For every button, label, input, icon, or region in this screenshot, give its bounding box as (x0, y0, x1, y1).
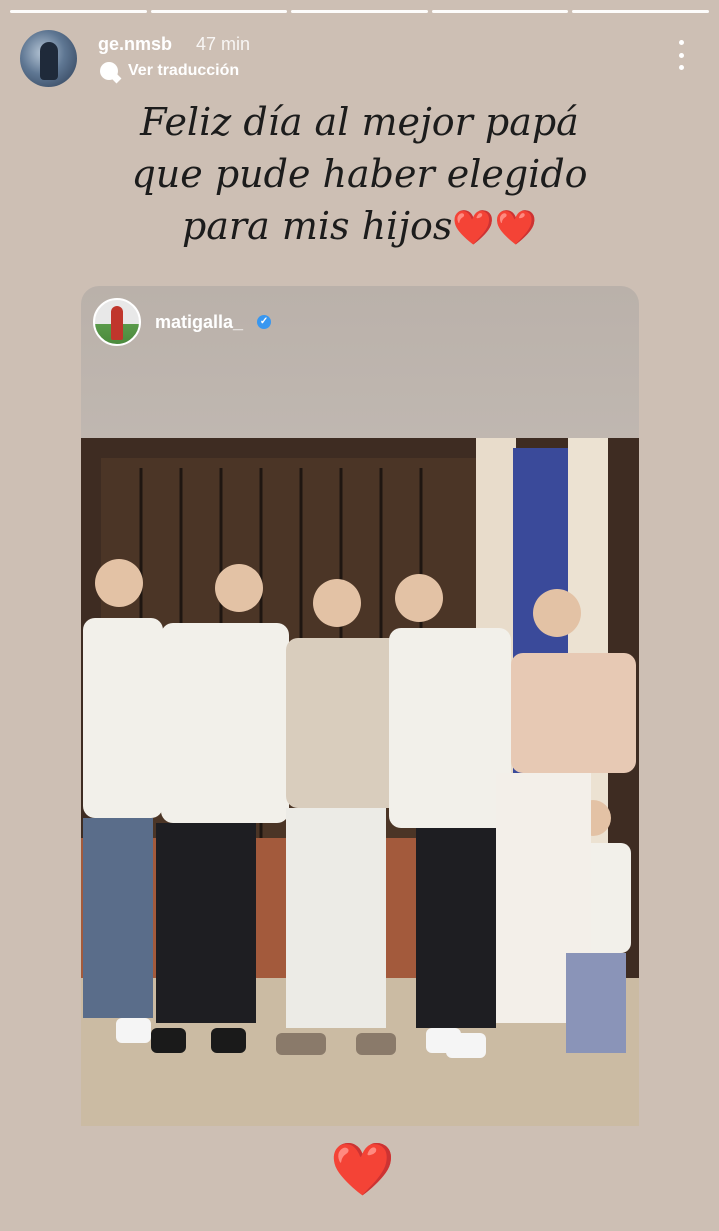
progress-segment (572, 10, 709, 13)
translate-bubble-icon (100, 62, 118, 80)
family-photo (81, 438, 639, 1126)
reaction-heart-icon[interactable]: ❤️ (330, 1140, 395, 1200)
avatar[interactable] (20, 30, 77, 87)
more-vertical-icon[interactable] (677, 40, 685, 70)
shared-post-card[interactable]: matigalla_ ✓ (81, 286, 639, 1126)
progress-segment (431, 10, 569, 13)
progress-segment (150, 10, 288, 13)
translate-button[interactable]: Ver traducción (100, 62, 239, 80)
caption-emoji: ❤️❤️ (452, 208, 538, 248)
story-username[interactable]: ge.nmsb (98, 34, 172, 55)
translate-label: Ver traducción (128, 62, 240, 79)
story-progress-bar (10, 10, 709, 13)
progress-segment (291, 10, 428, 13)
shared-post-header[interactable]: matigalla_ ✓ (93, 298, 272, 346)
verified-badge-icon: ✓ (257, 315, 272, 329)
shared-post-username[interactable]: matigalla_ (155, 312, 243, 333)
progress-segment (10, 10, 147, 13)
shared-post-avatar[interactable] (93, 298, 141, 346)
story-header: ge.nmsb 47 min Ver traducción (20, 28, 699, 88)
story-caption: Feliz día al mejor papá que pude haber e… (100, 96, 619, 254)
shared-post-photo[interactable] (81, 438, 639, 1126)
story-time: 47 min (196, 34, 251, 54)
